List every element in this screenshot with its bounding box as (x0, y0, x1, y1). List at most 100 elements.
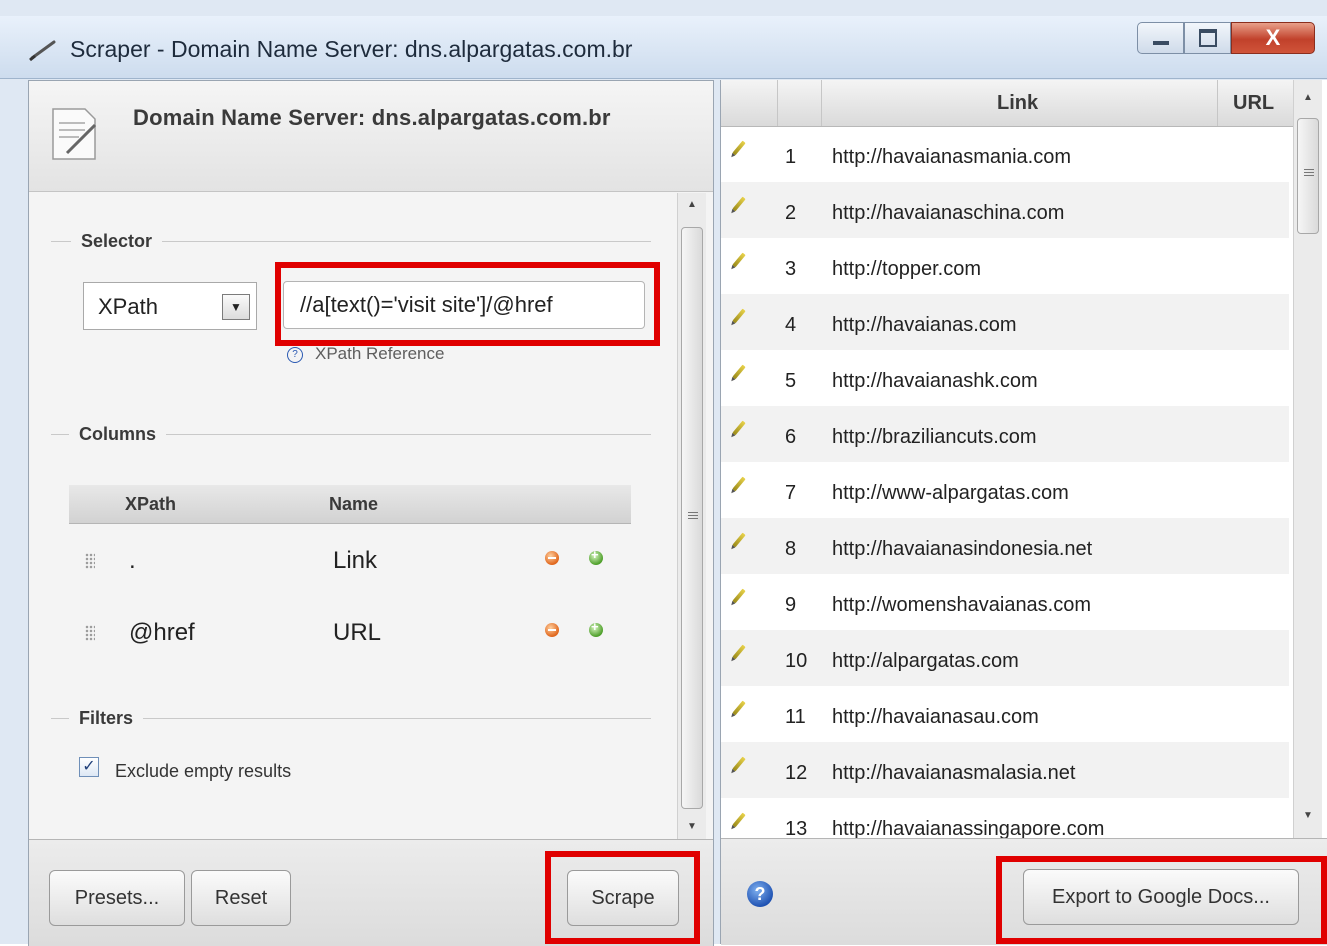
row-number: 1 (785, 146, 797, 168)
window-controls: X (1137, 22, 1315, 56)
row-number: 6 (785, 426, 797, 448)
table-row[interactable]: 8 http://havaianasindonesia.net (721, 518, 1289, 574)
exclude-empty-checkbox[interactable]: ✓ (79, 757, 99, 777)
presets-button[interactable]: Presets... (49, 870, 185, 926)
result-link[interactable]: http://havaianasmania.com (832, 146, 1071, 169)
table-row[interactable]: 12 http://havaianasmalasia.net (721, 742, 1289, 798)
table-row[interactable]: 2 http://havaianaschina.com (721, 182, 1289, 238)
pencil-icon[interactable] (732, 812, 746, 828)
panel-title: Domain Name Server: dns.alpargatas.com.b… (133, 105, 611, 130)
result-link[interactable]: http://topper.com (832, 258, 981, 281)
column-xpath[interactable]: @href (129, 619, 195, 647)
table-row[interactable]: 6 http://braziliancuts.com (721, 406, 1289, 462)
result-link[interactable]: http://womenshavaianas.com (832, 594, 1091, 617)
row-number: 2 (785, 202, 797, 224)
scrollbar-thumb[interactable] (1297, 118, 1319, 234)
table-row[interactable]: 1 http://havaianasmania.com (721, 126, 1289, 182)
reset-button[interactable]: Reset (191, 870, 291, 926)
pencil-icon[interactable] (732, 420, 746, 436)
header-divider (1217, 80, 1218, 126)
pencil-icon[interactable] (732, 532, 746, 548)
result-link[interactable]: http://havaianasindonesia.net (832, 538, 1092, 561)
table-row[interactable]: 10 http://alpargatas.com (721, 630, 1289, 686)
left-scrollbar[interactable]: ▲ ▼ (677, 193, 706, 839)
pencil-icon[interactable] (732, 756, 746, 772)
highlight-xpath-input (275, 262, 660, 346)
row-number: 9 (785, 594, 797, 616)
pencil-icon[interactable] (732, 196, 746, 212)
remove-icon[interactable] (545, 551, 559, 565)
row-number: 3 (785, 258, 797, 280)
pencil-icon[interactable] (732, 476, 746, 492)
column-header-link[interactable]: Link (997, 92, 1038, 115)
scroll-up-icon[interactable]: ▲ (1294, 86, 1322, 110)
highlight-export-button (996, 856, 1327, 944)
header-divider (821, 80, 822, 126)
maximize-button[interactable] (1184, 22, 1231, 54)
table-row: @href URL (69, 599, 631, 667)
xpath-reference-label: XPath Reference (315, 344, 445, 363)
results-panel: Link URL 1 http://havaianasmania.com 2 http… (720, 80, 1327, 945)
results-table-header: Link URL (721, 80, 1293, 127)
scroll-up-icon[interactable]: ▲ (678, 193, 706, 217)
pencil-icon[interactable] (732, 252, 746, 268)
help-icon[interactable]: ? (747, 881, 773, 907)
column-header-url[interactable]: URL (1233, 92, 1274, 115)
remove-icon[interactable] (545, 623, 559, 637)
result-link[interactable]: http://havaianashk.com (832, 370, 1038, 393)
results-scrollbar[interactable]: ▲ ▼ (1293, 80, 1322, 838)
scroll-down-icon[interactable]: ▼ (1294, 804, 1322, 828)
pencil-icon[interactable] (732, 588, 746, 604)
pencil-icon[interactable] (732, 700, 746, 716)
filters-legend: Filters (69, 708, 144, 729)
table-row[interactable]: 9 http://womenshavaianas.com (721, 574, 1289, 630)
result-link[interactable]: http://www-alpargatas.com (832, 482, 1069, 505)
drag-handle-icon[interactable] (85, 553, 95, 569)
exclude-empty-label: Exclude empty results (115, 761, 292, 781)
table-row[interactable]: 7 http://www-alpargatas.com (721, 462, 1289, 518)
column-xpath[interactable]: . (129, 547, 136, 575)
panel-header: Domain Name Server: dns.alpargatas.com.b… (29, 81, 713, 192)
pencil-icon[interactable] (732, 364, 746, 380)
result-link[interactable]: http://havaianasau.com (832, 706, 1039, 729)
row-number: 12 (785, 762, 808, 784)
scrollbar-thumb[interactable] (681, 227, 703, 809)
pencil-icon[interactable] (732, 140, 746, 156)
drag-handle-icon[interactable] (85, 625, 95, 641)
table-row[interactable]: 3 http://topper.com (721, 238, 1289, 294)
title-bar: Scraper - Domain Name Server: dns.alparg… (0, 16, 1327, 79)
add-icon[interactable] (589, 619, 603, 637)
column-name[interactable]: URL (333, 619, 381, 647)
columns-table-header: XPath Name (69, 485, 631, 524)
columns-legend: Columns (69, 424, 167, 445)
result-link[interactable]: http://alpargatas.com (832, 650, 1019, 673)
result-link[interactable]: http://braziliancuts.com (832, 426, 1037, 449)
selector-type-dropdown[interactable]: XPath ▼ (83, 282, 257, 330)
minimize-button[interactable] (1137, 22, 1184, 54)
result-link[interactable]: http://havaianasmalasia.net (832, 762, 1076, 785)
table-row[interactable]: 4 http://havaianas.com (721, 294, 1289, 350)
scraper-brush-icon (29, 40, 56, 62)
table-row[interactable]: 5 http://havaianashk.com (721, 350, 1289, 406)
add-icon[interactable] (589, 547, 603, 565)
xpath-reference-link[interactable]: ? XPath Reference (287, 344, 444, 364)
grip-icon (1304, 169, 1314, 178)
highlight-scrape-button (545, 851, 700, 944)
scroll-down-icon[interactable]: ▼ (678, 815, 706, 839)
chevron-down-icon[interactable]: ▼ (222, 294, 250, 320)
column-name[interactable]: Link (333, 547, 377, 575)
scraper-config-panel: Domain Name Server: dns.alpargatas.com.b… (28, 80, 714, 946)
table-row[interactable]: 11 http://havaianasau.com (721, 686, 1289, 742)
pencil-icon[interactable] (732, 644, 746, 660)
header-divider (777, 80, 778, 126)
close-button[interactable]: X (1231, 22, 1315, 54)
document-edit-icon (52, 108, 97, 160)
pencil-icon[interactable] (732, 308, 746, 324)
row-number: 7 (785, 482, 797, 504)
maximize-icon (1198, 29, 1217, 47)
result-link[interactable]: http://havaianas.com (832, 314, 1017, 337)
row-number: 8 (785, 538, 797, 560)
result-link[interactable]: http://havaianaschina.com (832, 202, 1064, 225)
selector-type-value: XPath (98, 294, 158, 319)
row-number: 10 (785, 650, 808, 672)
